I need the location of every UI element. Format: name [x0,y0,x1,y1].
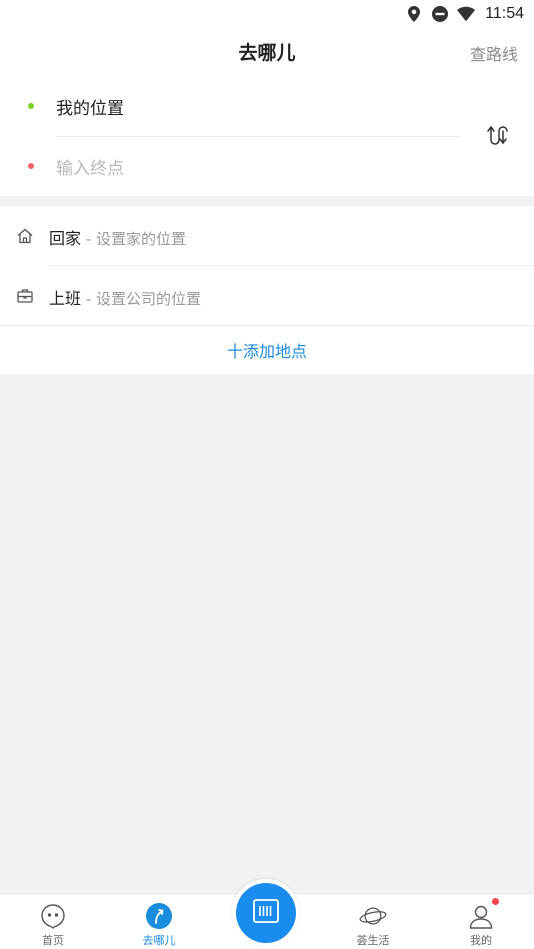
place-work-name: 上班 [49,289,82,308]
nav-profile-label: 我的 [470,934,492,947]
start-location-field[interactable]: 我的位置 [0,76,460,136]
navigate-icon [145,902,173,930]
scan-icon [251,896,281,930]
swap-route-icon[interactable] [482,120,512,150]
destination-input[interactable]: 输入终点 [0,136,460,196]
status-time: 11:54 [485,5,524,22]
place-work-hint: 设置公司的位置 [95,290,201,308]
scan-button[interactable] [232,879,300,947]
check-route-button[interactable]: 查路线 [470,41,518,65]
nav-destination-label: 去哪儿 [142,934,176,947]
nav-home[interactable]: 首页 [8,894,98,949]
planet-icon [359,902,387,930]
page-title: 去哪儿 [238,42,296,64]
nav-home-label: 首页 [42,934,64,947]
nav-life-label: 荟生活 [356,934,390,947]
add-place-button[interactable]: 十添加地点 [0,326,534,374]
place-home-name: 回家 [49,229,82,248]
start-location-label: 我的位置 [56,98,124,119]
place-home[interactable]: 回家 - 设置家的位置 [0,206,534,266]
home-face-icon [39,902,67,930]
place-work-separator: - [81,290,96,308]
place-work[interactable]: 上班 - 设置公司的位置 [0,266,534,326]
nav-life[interactable]: 荟生活 [328,894,418,949]
route-input-card: 我的位置 输入终点 [0,76,534,196]
briefcase-icon [16,287,34,305]
saved-places: 回家 - 设置家的位置 上班 - 设置公司的位置 十添加地点 [0,206,534,374]
home-icon [16,227,34,245]
do-not-disturb-icon [431,5,449,23]
destination-placeholder: 输入终点 [56,158,124,179]
wifi-icon [457,5,476,23]
location-icon [405,5,423,23]
user-icon [467,898,499,930]
app-header: 去哪儿 查路线 [0,28,534,76]
end-dot [28,163,34,169]
place-home-hint: 设置家的位置 [95,230,186,248]
nav-destination[interactable]: 去哪儿 [114,894,204,949]
place-home-separator: - [81,230,96,248]
status-bar: 11:54 [0,0,534,28]
start-dot [28,103,34,109]
nav-profile[interactable]: 我的 [436,894,526,949]
notification-badge [492,898,499,905]
